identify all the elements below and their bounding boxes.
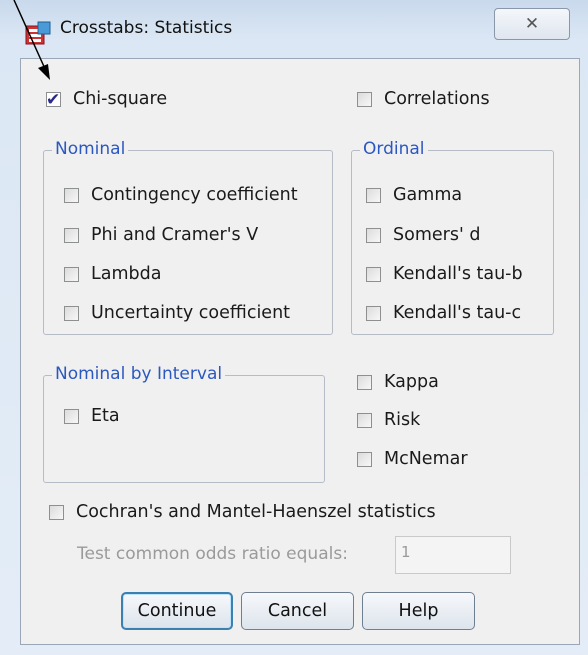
annotation-arrow-icon bbox=[13, 0, 50, 80]
dialog-window: Crosstabs: Statistics ✕ ✔ Chi-square Cor… bbox=[0, 0, 588, 655]
